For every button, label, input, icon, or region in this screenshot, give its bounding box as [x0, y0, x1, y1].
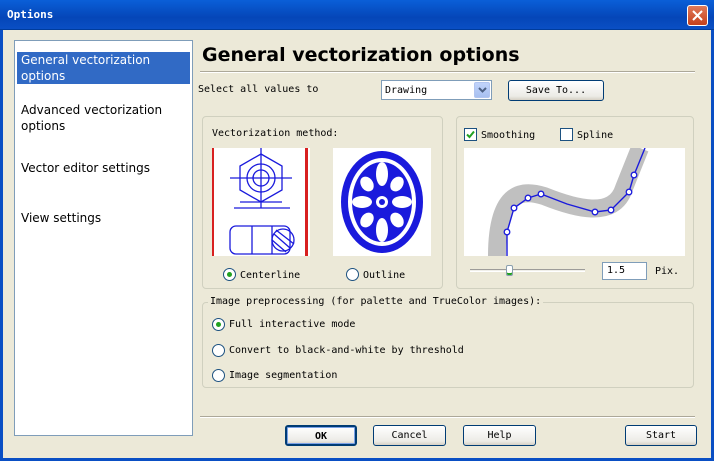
threshold-radio[interactable] [212, 344, 225, 357]
sidebar-item-vector-editor[interactable]: Vector editor settings [17, 160, 190, 176]
full-interactive-label[interactable]: Full interactive mode [229, 319, 355, 330]
footer-divider [200, 416, 695, 418]
sidebar-item-general[interactable]: General vectorization options [17, 52, 190, 84]
cancel-button[interactable]: Cancel [373, 425, 446, 446]
help-button[interactable]: Help [463, 425, 536, 446]
close-icon [692, 10, 703, 21]
smoothing-checkbox[interactable] [464, 128, 477, 141]
checkmark-icon [466, 130, 475, 139]
centerline-preview-image[interactable] [212, 148, 310, 256]
full-interactive-radio[interactable] [212, 318, 225, 331]
centerline-label[interactable]: Centerline [240, 270, 300, 281]
sidebar: General vectorization options Advanced v… [14, 40, 193, 436]
spline-label[interactable]: Spline [577, 130, 613, 141]
start-button[interactable]: Start [625, 425, 697, 446]
outline-radio[interactable] [346, 268, 359, 281]
dropdown-button[interactable] [474, 82, 490, 98]
smoothing-slider-thumb[interactable] [506, 265, 513, 276]
sidebar-item-advanced[interactable]: Advanced vectorization options [17, 102, 190, 134]
header-divider [200, 71, 695, 73]
preprocessing-legend: Image preprocessing (for palette and Tru… [208, 296, 544, 307]
smoothing-value-input[interactable]: 1.5 [602, 262, 647, 280]
smoothing-label[interactable]: Smoothing [481, 130, 535, 141]
smoothing-preview-image [464, 148, 685, 256]
chevron-down-icon [478, 87, 487, 93]
save-to-button[interactable]: Save To... [508, 80, 604, 101]
title-bar[interactable]: Options [0, 0, 714, 30]
outline-preview-image[interactable] [333, 148, 431, 256]
select-all-label: Select all values to [198, 84, 319, 95]
preset-select[interactable]: Drawing [381, 80, 492, 100]
vectorization-method-legend: Vectorization method: [212, 128, 339, 139]
segmentation-label[interactable]: Image segmentation [229, 370, 337, 381]
ok-button[interactable]: OK [285, 425, 357, 446]
threshold-label[interactable]: Convert to black-and-white by threshold [229, 345, 464, 356]
outline-label[interactable]: Outline [363, 270, 405, 281]
preset-select-value: Drawing [385, 85, 428, 96]
window-title: Options [7, 8, 54, 21]
close-button[interactable] [687, 5, 708, 26]
page-title: General vectorization options [202, 44, 520, 66]
centerline-radio[interactable] [223, 268, 236, 281]
smoothing-slider-track[interactable] [470, 269, 585, 272]
segmentation-radio[interactable] [212, 369, 225, 382]
smoothing-unit-label: Pix. [655, 266, 680, 277]
spline-checkbox[interactable] [560, 128, 573, 141]
sidebar-item-view[interactable]: View settings [17, 210, 190, 226]
